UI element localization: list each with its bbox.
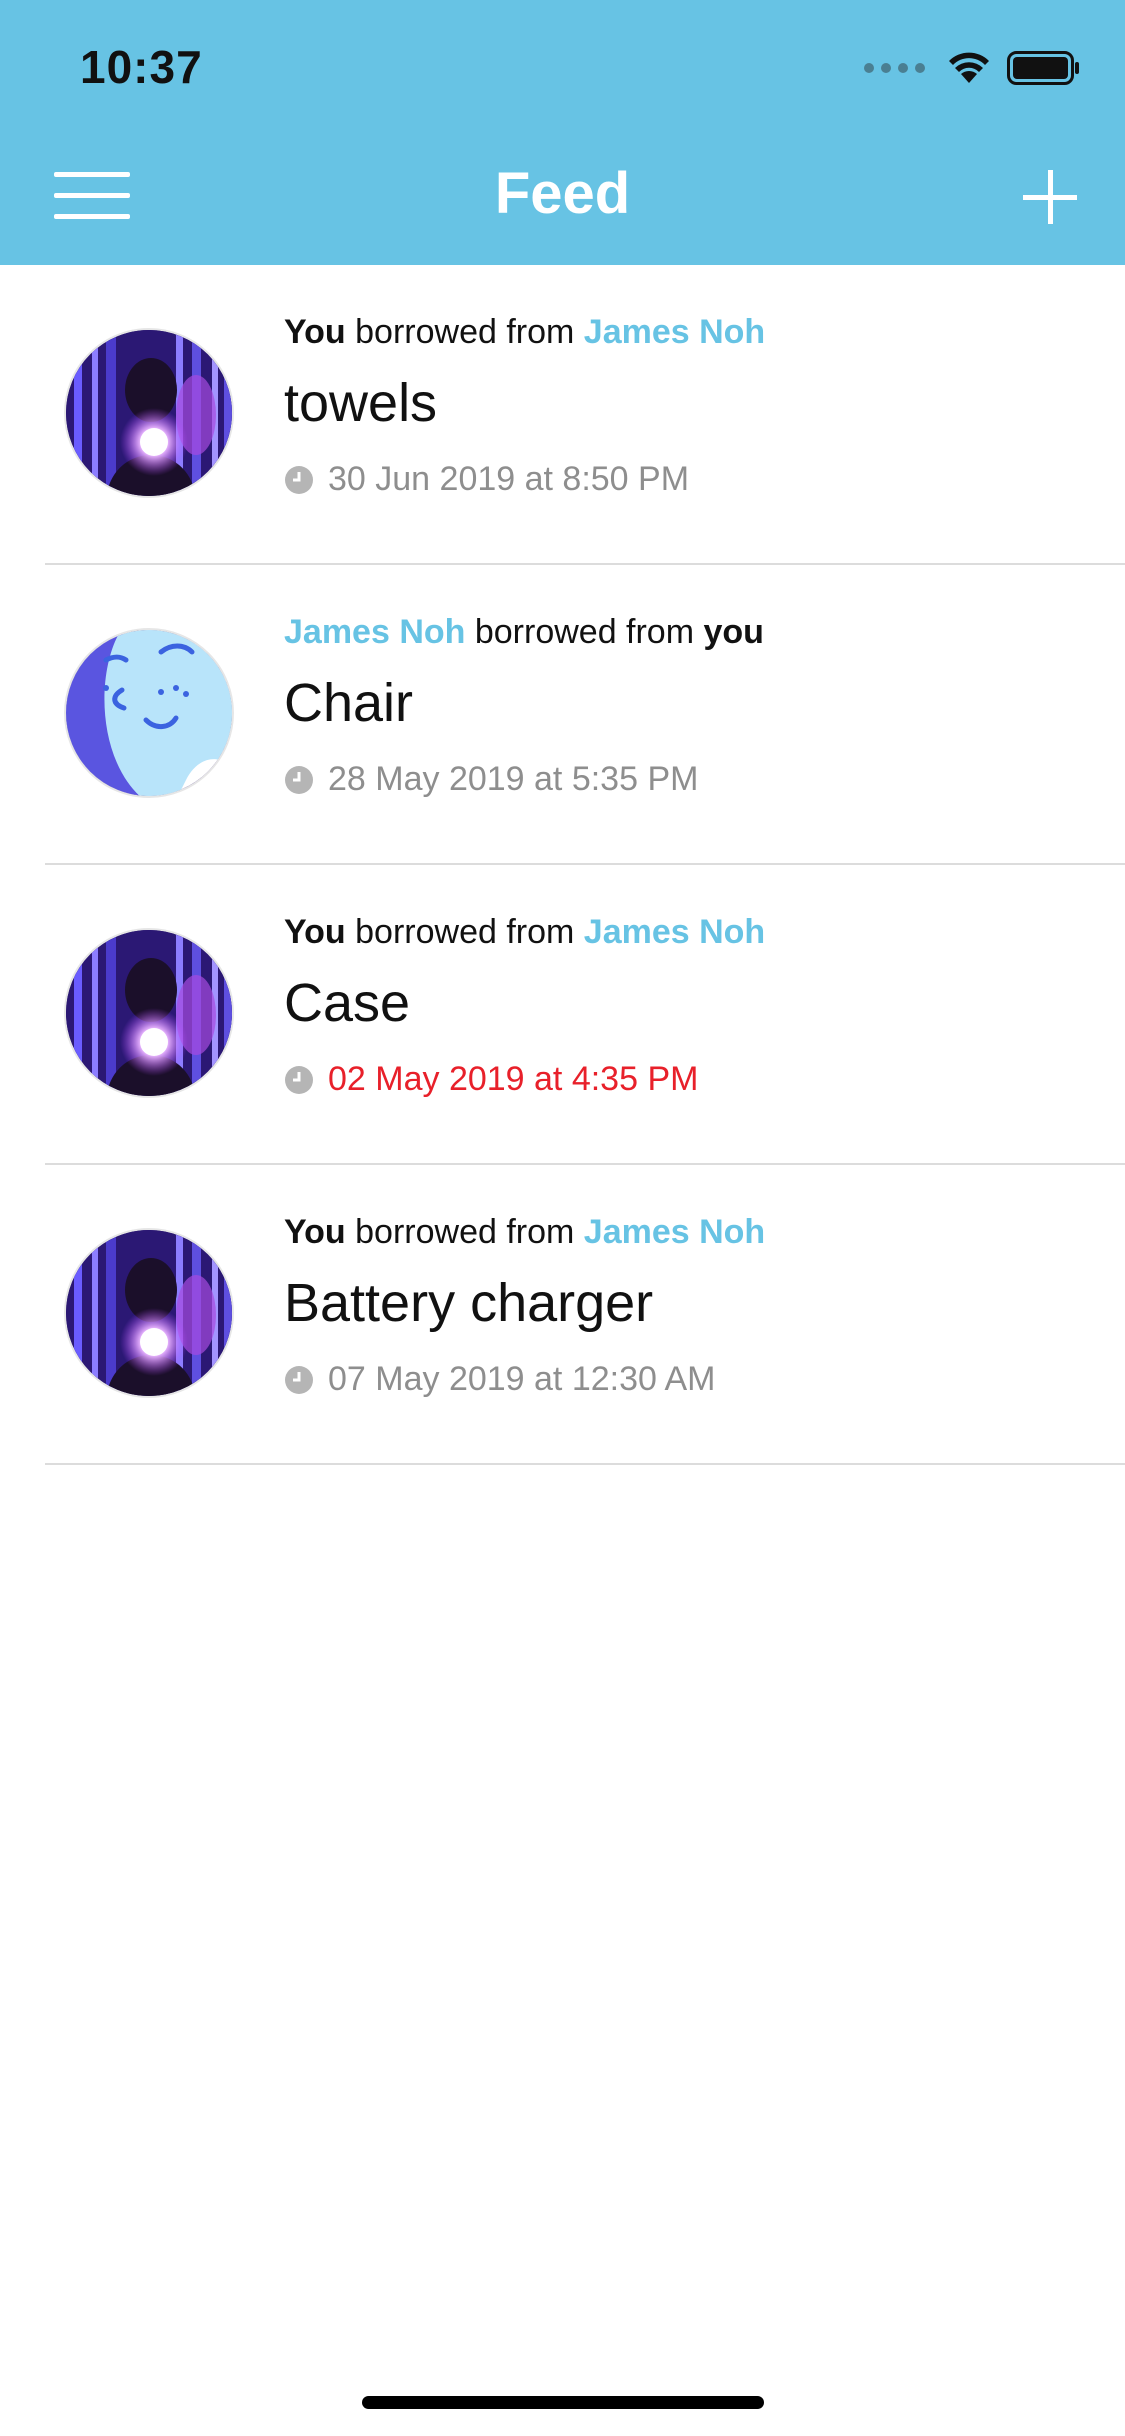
lender-name: you bbox=[703, 613, 764, 651]
item-name: Chair bbox=[284, 673, 414, 733]
feed-item[interactable]: You borrowed from James Noh Battery charg… bbox=[45, 1165, 1125, 1465]
cellular-signal-icon bbox=[864, 63, 925, 73]
item-name: Case bbox=[284, 973, 411, 1033]
clock-icon bbox=[285, 1065, 313, 1094]
borrow-summary: You borrowed from James Noh bbox=[284, 1213, 765, 1252]
lender-name[interactable]: James Noh bbox=[584, 1213, 765, 1251]
plus-icon[interactable] bbox=[1023, 170, 1077, 224]
borrower-name: You bbox=[284, 1213, 346, 1251]
feed-item[interactable]: James Noh borrowed from you Chair 28 May 2… bbox=[45, 565, 1125, 865]
feed-list: You borrowed from James Noh towels 30 Jun … bbox=[0, 265, 1125, 1465]
item-timestamp: 02 May 2019 at 4:35 PM bbox=[284, 1060, 765, 1099]
borrow-summary: James Noh borrowed from you bbox=[284, 613, 764, 652]
feed-item[interactable]: You borrowed from James Noh towels 30 Jun … bbox=[45, 265, 1125, 565]
borrow-verb: borrowed from bbox=[345, 313, 584, 351]
timestamp-text: 02 May 2019 at 4:35 PM bbox=[328, 1060, 699, 1098]
timestamp-text: 30 Jun 2019 at 8:50 PM bbox=[328, 460, 690, 498]
clock-icon bbox=[285, 1365, 313, 1394]
timestamp-text: 07 May 2019 at 12:30 AM bbox=[328, 1360, 716, 1398]
nav-bar: 10:37 Feed bbox=[0, 0, 1125, 265]
item-name: towels bbox=[284, 373, 438, 433]
battery-icon bbox=[1007, 51, 1079, 85]
clock-icon bbox=[285, 765, 313, 794]
item-timestamp: 30 Jun 2019 at 8:50 PM bbox=[284, 460, 765, 499]
avatar[interactable] bbox=[64, 628, 234, 798]
status-icons bbox=[864, 48, 1081, 88]
home-indicator bbox=[362, 2396, 764, 2409]
item-timestamp: 07 May 2019 at 12:30 AM bbox=[284, 1360, 765, 1399]
item-text: James Noh borrowed from you Chair 28 May 2… bbox=[284, 613, 764, 799]
item-timestamp: 28 May 2019 at 5:35 PM bbox=[284, 760, 764, 799]
item-name: Battery charger bbox=[284, 1273, 654, 1333]
borrow-summary: You borrowed from James Noh bbox=[284, 313, 765, 352]
status-time: 10:37 bbox=[80, 41, 203, 93]
borrower-name: You bbox=[284, 313, 346, 351]
item-text: You borrowed from James Noh Case 02 May 20… bbox=[284, 913, 765, 1099]
item-text: You borrowed from James Noh Battery charg… bbox=[284, 1213, 765, 1399]
borrower-name: You bbox=[284, 913, 346, 951]
item-text: You borrowed from James Noh towels 30 Jun … bbox=[284, 313, 765, 499]
borrow-verb: borrowed from bbox=[465, 613, 704, 651]
avatar[interactable] bbox=[64, 1228, 234, 1398]
wifi-icon bbox=[949, 52, 989, 83]
clock-icon bbox=[285, 465, 313, 494]
borrow-verb: borrowed from bbox=[345, 913, 584, 951]
borrow-verb: borrowed from bbox=[345, 1213, 584, 1251]
borrower-name[interactable]: James Noh bbox=[284, 613, 465, 651]
page-title: Feed bbox=[494, 161, 631, 226]
borrow-summary: You borrowed from James Noh bbox=[284, 913, 765, 952]
lender-name[interactable]: James Noh bbox=[584, 913, 765, 951]
avatar[interactable] bbox=[64, 928, 234, 1098]
lender-name[interactable]: James Noh bbox=[584, 313, 765, 351]
avatar[interactable] bbox=[64, 328, 234, 498]
timestamp-text: 28 May 2019 at 5:35 PM bbox=[328, 760, 699, 798]
feed-item[interactable]: You borrowed from James Noh Case 02 May 20… bbox=[45, 865, 1125, 1165]
